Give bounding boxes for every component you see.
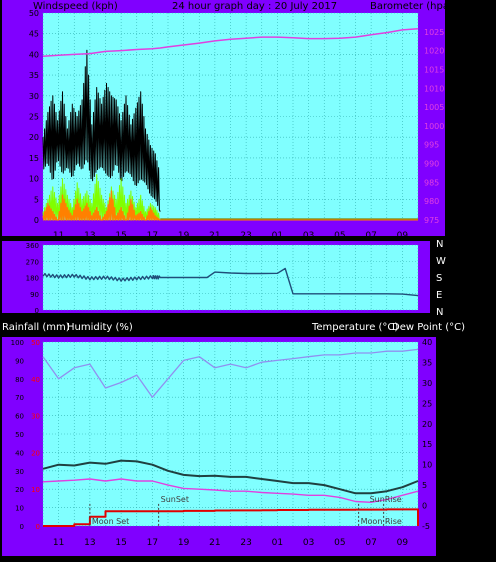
wind-tick-label: 40 [29,50,39,59]
temperature-tick-label: -5 [422,522,430,531]
direction-tick-label: 180 [26,275,39,283]
x-tick-label: 09 [397,231,409,241]
barometer-tick-label: 1020 [424,47,444,56]
barometer-tick-label: 1025 [424,28,444,37]
humidity-tick-label: 10 [15,505,24,513]
event-label: Moon Rise [361,517,402,526]
x-tick-label: 07 [365,231,376,241]
event-label: Moon Set [92,517,129,526]
barometer-tick-label: 980 [424,197,439,206]
wind-tick-label: 15 [29,154,39,163]
rain-tick-label: 40 [31,376,40,384]
barometer-tick-label: 990 [424,160,439,169]
x-tick-label: 21 [209,231,220,241]
x-tick-label: 05 [334,538,345,548]
barometer-tick-label: 985 [424,178,439,187]
x-tick-label: 03 [303,231,314,241]
event-label: SunSet [161,495,189,504]
x-tick-label: 19 [178,538,190,548]
x-tick-label: 05 [334,231,345,241]
windspeed-axis-title: Windspeed (kph) [33,1,118,12]
x-tick-label: 01 [272,231,283,241]
humidity-axis-title: Humidity (%) [67,322,133,333]
x-tick-label: 15 [115,538,126,548]
wind-tick-label: 20 [29,133,39,142]
direction-tick-label: 90 [30,291,39,299]
x-tick-label: 21 [209,538,220,548]
direction-tick-label: 360 [26,242,39,250]
temperature-tick-label: 15 [422,440,432,449]
barometer-tick-label: 1000 [424,122,444,131]
humidity-tick-label: 90 [15,357,24,365]
barometer-tick-label: 975 [424,216,439,225]
temperature-tick-label: 10 [422,461,432,470]
temperature-tick-label: 5 [422,481,427,490]
humidity-tick-label: 40 [15,449,24,457]
temperature-tick-label: 40 [422,338,432,347]
compass-label-s: S [436,273,442,284]
x-tick-label: 11 [53,538,64,548]
compass-label-w: W [436,256,446,267]
dewpoint-axis-title: Dew Point (°C) [392,322,465,333]
x-tick-label: 17 [147,231,158,241]
x-tick-label: 11 [53,231,64,241]
rain-tick-label: 10 [31,486,40,494]
x-tick-label: 23 [240,231,251,241]
temperature-tick-label: 30 [422,379,432,388]
rain-tick-label: 0 [36,523,40,531]
x-tick-label: 13 [84,538,95,548]
barometer-axis-title: Barometer (hpa) [370,1,453,12]
x-tick-label: 19 [178,231,190,241]
humidity-tick-label: 80 [15,376,24,384]
weather-graph-panel: Windspeed (kph) 24 hour graph day : 20 J… [0,0,496,558]
compass-label-n: N [436,307,443,318]
compass-label-n: N [436,239,443,250]
barometer-tick-label: 1015 [424,65,444,74]
temperature-tick-label: 0 [422,502,427,511]
humidity-tick-label: 20 [15,486,24,494]
x-tick-label: 13 [84,231,95,241]
x-tick-label: 01 [272,538,283,548]
humidity-tick-label: 70 [15,394,24,402]
graph-title: 24 hour graph day : 20 July 2017 [172,1,337,12]
rainfall-axis-title: Rainfall (mm) [2,322,70,333]
wind-tick-label: 25 [29,113,39,122]
temp-humidity-rain-plot: 010203040506070809010001020304050-505101… [11,338,433,548]
humidity-tick-label: 50 [15,431,24,439]
temperature-tick-label: 25 [422,399,432,408]
humidity-tick-label: 30 [15,468,24,476]
wind-tick-label: 5 [34,195,39,204]
x-tick-label: 23 [240,538,251,548]
barometer-tick-label: 1005 [424,103,444,112]
wind-tick-label: 50 [29,9,39,18]
wind-tick-label: 35 [29,71,39,80]
rain-tick-label: 50 [31,339,40,347]
wind-tick-label: 45 [29,30,39,39]
rain-tick-label: 20 [31,449,40,457]
barometer-tick-label: 1010 [424,84,444,93]
direction-tick-label: 270 [26,258,39,266]
humidity-tick-label: 100 [11,339,24,347]
x-tick-label: 07 [365,538,376,548]
wind-barometer-plot: 0510152025303540455097598098599099510001… [29,9,445,241]
temperature-tick-label: 20 [422,420,432,429]
rain-tick-label: 30 [31,413,40,421]
humidity-tick-label: 60 [15,413,24,421]
x-tick-label: 03 [303,538,314,548]
x-tick-label: 15 [115,231,126,241]
x-tick-label: 09 [397,538,409,548]
barometer-tick-label: 995 [424,141,439,150]
wind-direction-plot: 090180270360 NWSEN [26,239,446,318]
weather-graph-canvas: Windspeed (kph) 24 hour graph day : 20 J… [2,0,465,556]
temperature-tick-label: 35 [422,358,432,367]
wind-tick-label: 0 [34,216,39,225]
temperature-axis-title: Temperature (°C) [311,322,398,333]
x-tick-label: 17 [147,538,158,548]
event-label: SunRise [370,495,402,504]
humidity-tick-label: 0 [20,523,24,531]
compass-label-e: E [436,290,442,301]
direction-tick-label: 0 [35,307,39,315]
wind-tick-label: 30 [29,92,39,101]
wind-tick-label: 10 [29,175,39,184]
